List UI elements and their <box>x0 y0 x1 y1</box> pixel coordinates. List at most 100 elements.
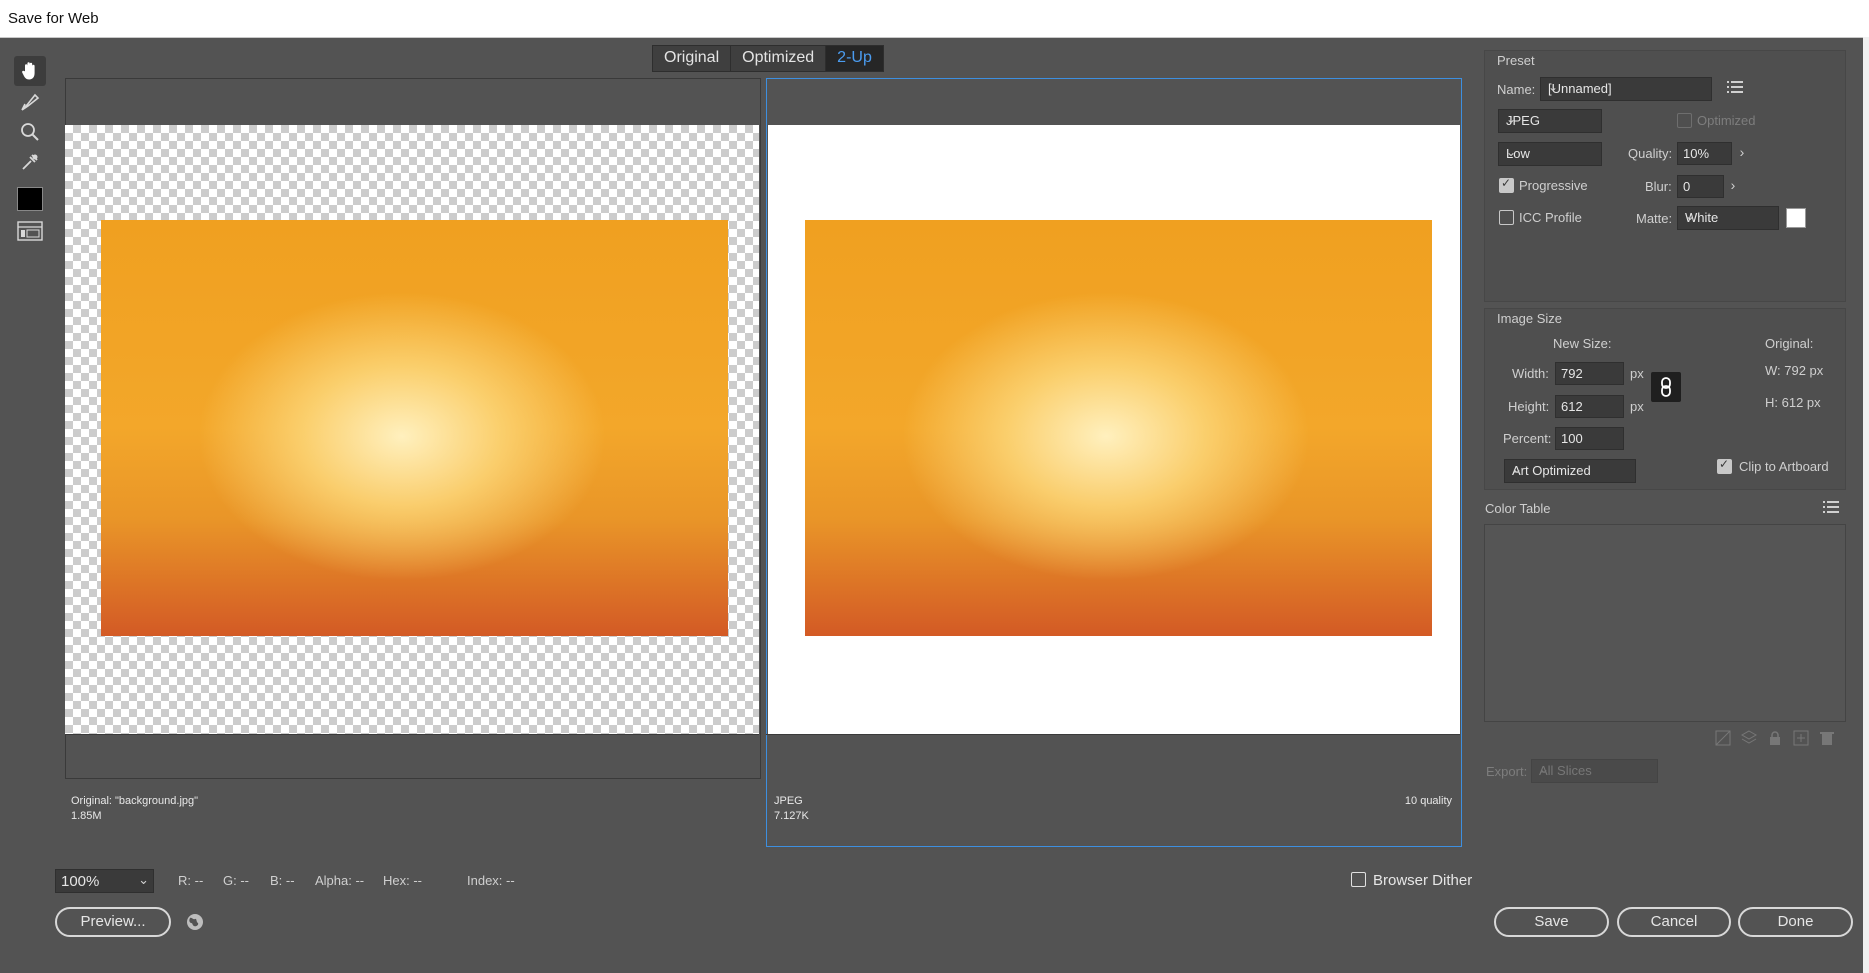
original-width: W: 792 px <box>1765 363 1824 378</box>
progressive-label: Progressive <box>1519 178 1588 193</box>
done-button[interactable]: Done <box>1738 907 1853 937</box>
alpha-readout: Alpha: -- <box>315 873 365 888</box>
constrain-proportions-button[interactable] <box>1651 372 1681 402</box>
chevron-down-icon: ⌄ <box>1506 145 1517 159</box>
blur-value: 0 <box>1683 179 1691 194</box>
hand-icon <box>22 62 35 80</box>
quality-slider-arrow[interactable]: › <box>1734 142 1750 163</box>
height-unit: px <box>1630 399 1644 414</box>
height-label: Height: <box>1508 399 1550 414</box>
resample-select[interactable]: Art Optimized ⌄ <box>1504 459 1636 483</box>
height-value: 612 <box>1561 399 1583 414</box>
color-table-menu-icon[interactable] <box>1823 500 1839 519</box>
preset-menu-icon[interactable] <box>1727 80 1743 99</box>
matte-color-swatch[interactable] <box>1786 208 1806 228</box>
preset-name-select[interactable]: [Unnamed] ⌄ <box>1540 77 1712 101</box>
optimized-pane[interactable]: JPEG 7.127K 10 quality <box>766 78 1462 847</box>
add-color-icon[interactable] <box>1793 730 1809 746</box>
quality-input[interactable]: 10% <box>1677 142 1732 165</box>
clip-to-artboard-label: Clip to Artboard <box>1739 459 1829 474</box>
optimized-image <box>805 220 1432 636</box>
original-filesize: 1.85M <box>71 810 102 822</box>
pane-divider <box>766 734 1460 735</box>
optimized-format: JPEG <box>774 795 803 807</box>
chevron-down-icon: ⌄ <box>1685 209 1696 223</box>
lock-icon[interactable] <box>1767 730 1783 746</box>
width-input[interactable]: 792 <box>1555 362 1624 385</box>
tab-original[interactable]: Original <box>653 46 732 71</box>
color-swatch-icon <box>17 187 43 211</box>
width-value: 792 <box>1561 366 1583 381</box>
blur-input[interactable]: 0 <box>1677 175 1724 198</box>
color-table-area[interactable] <box>1484 524 1846 722</box>
original-image <box>101 220 728 636</box>
original-pane[interactable]: Original: "background.jpg" 1.85M <box>65 78 761 822</box>
export-label: Export: <box>1486 764 1528 779</box>
chevron-down-icon: ⌄ <box>1506 112 1517 126</box>
optimized-quality-note: 10 quality <box>1404 795 1452 807</box>
web-shift-icon[interactable] <box>1741 730 1757 746</box>
browser-dither-checkbox[interactable] <box>1351 872 1366 887</box>
chevron-down-icon: ⌄ <box>1539 762 1550 776</box>
browser-globe-icon[interactable] <box>186 913 204 936</box>
preset-section-label: Preset <box>1497 53 1535 68</box>
optimized-checkbox[interactable] <box>1677 113 1692 128</box>
index-readout: Index: -- <box>467 873 515 888</box>
blur-slider-arrow[interactable]: › <box>1725 175 1741 196</box>
new-size-label: New Size: <box>1553 336 1612 351</box>
tab-optimized[interactable]: Optimized <box>731 46 827 71</box>
format-select[interactable]: JPEG ⌄ <box>1498 109 1602 133</box>
toggle-slices[interactable] <box>14 216 46 246</box>
zoom-value: 100% <box>61 873 100 890</box>
blue-readout: B: -- <box>270 873 295 888</box>
cancel-button[interactable]: Cancel <box>1617 907 1731 937</box>
percent-label: Percent: <box>1503 431 1552 446</box>
height-input[interactable]: 612 <box>1555 395 1624 418</box>
preset-name-label: Name: <box>1497 82 1536 97</box>
view-tabs: Original Optimized 2-Up <box>652 45 884 72</box>
window-edge <box>1863 37 1869 973</box>
trash-icon[interactable] <box>1819 730 1835 746</box>
original-filename: Original: "background.jpg" <box>71 795 199 807</box>
original-height: H: 612 px <box>1765 395 1821 410</box>
export-select[interactable]: All Slices ⌄ <box>1531 759 1658 783</box>
title-bar: Save for Web <box>0 0 1869 38</box>
original-canvas[interactable] <box>65 125 759 734</box>
optimized-filesize: 7.127K <box>774 810 809 822</box>
matte-select[interactable]: White ⌄ <box>1677 206 1779 230</box>
link-icon <box>1661 377 1671 397</box>
original-info: Original: "background.jpg" 1.85M <box>71 794 198 824</box>
eyedropper-color[interactable] <box>14 184 46 214</box>
percent-value: 100 <box>1561 431 1583 446</box>
width-label: Width: <box>1512 366 1549 381</box>
eyedropper-tool[interactable] <box>14 147 46 177</box>
slice-select-tool[interactable] <box>14 87 46 117</box>
clip-to-artboard-checkbox[interactable] <box>1717 457 1732 474</box>
window-title: Save for Web <box>8 10 99 27</box>
hex-readout: Hex: -- <box>383 873 422 888</box>
progressive-checkbox[interactable] <box>1499 176 1514 193</box>
color-table-actions <box>1715 730 1835 746</box>
slices-visibility-icon <box>17 221 43 241</box>
preview-button[interactable]: Preview... <box>55 907 171 937</box>
map-color-icon[interactable] <box>1715 730 1731 746</box>
save-button[interactable]: Save <box>1494 907 1609 937</box>
zoom-select[interactable]: 100% ⌄ <box>55 869 154 893</box>
width-unit: px <box>1630 366 1644 381</box>
matte-label: Matte: <box>1636 211 1673 226</box>
eyedropper-icon <box>22 154 38 170</box>
percent-input[interactable]: 100 <box>1555 427 1624 450</box>
chevron-down-icon: ⌄ <box>138 872 149 887</box>
chevron-down-icon: ⌄ <box>1548 80 1559 94</box>
blur-label: Blur: <box>1645 179 1672 194</box>
quality-label: Quality: <box>1628 146 1673 161</box>
tab-2-up[interactable]: 2-Up <box>826 46 883 71</box>
hand-tool[interactable] <box>14 56 46 86</box>
original-size-label: Original: <box>1765 336 1814 351</box>
zoom-icon <box>21 123 39 141</box>
image-size-label: Image Size <box>1497 311 1563 326</box>
optimized-canvas[interactable] <box>768 125 1460 734</box>
zoom-tool[interactable] <box>14 117 46 147</box>
quality-preset-select[interactable]: Low ⌄ <box>1498 142 1602 166</box>
icc-profile-checkbox[interactable] <box>1499 210 1514 225</box>
